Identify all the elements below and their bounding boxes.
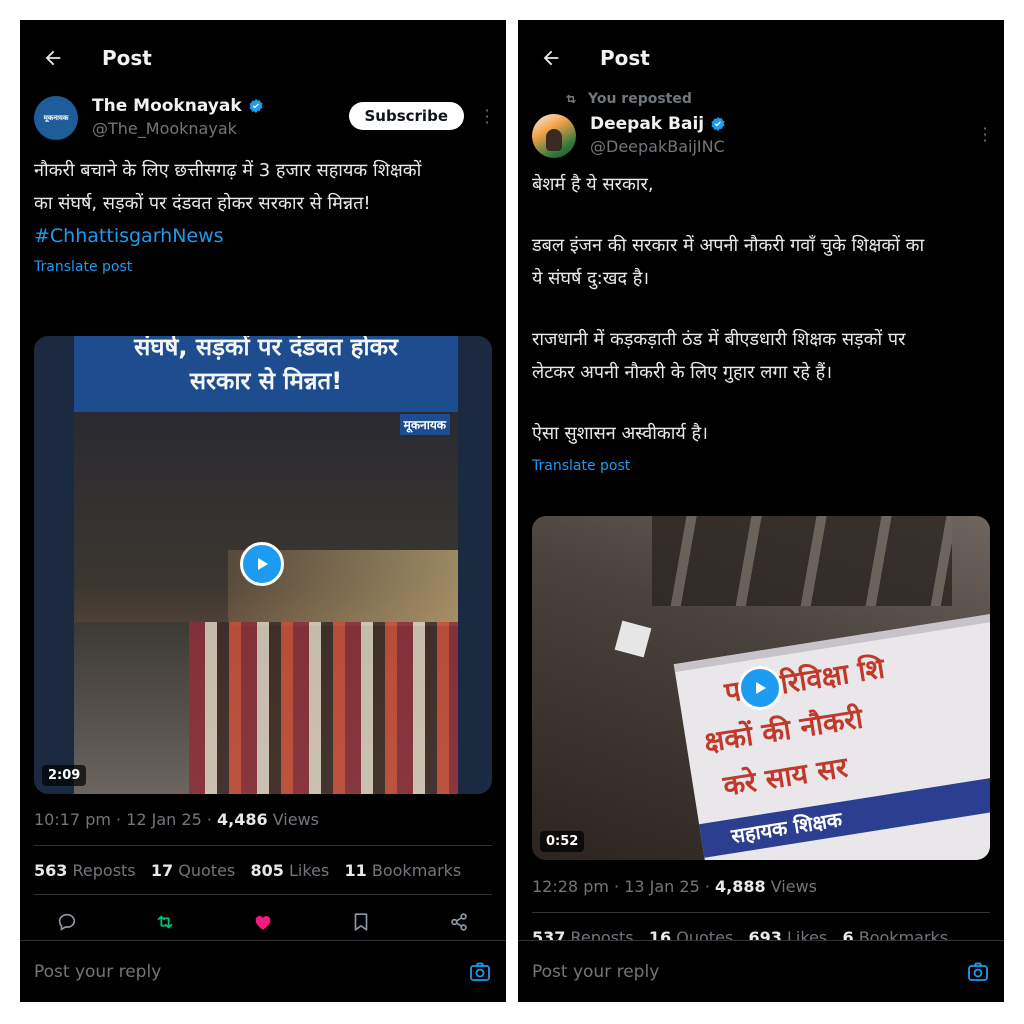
post-text-line: बेशर्म है ये सरकार,	[532, 174, 654, 195]
quotes-label: Quotes	[178, 861, 236, 880]
author-handle[interactable]: @DeepakBaijINC	[590, 137, 726, 156]
author-name[interactable]: Deepak Baij	[590, 114, 726, 134]
post-text: बेशर्म है ये सरकार, डबल इंजन की सरकार मे…	[518, 168, 1004, 450]
views-count: 4,486	[217, 810, 268, 829]
avatar[interactable]: मूकनायक	[34, 96, 78, 140]
views-label: Views	[765, 877, 818, 896]
bookmark-icon[interactable]	[350, 911, 372, 933]
engagement-stats: 563 Reposts 17 Quotes 805 Likes 11 Bookm…	[34, 861, 461, 880]
reposts-stat[interactable]: 563 Reposts	[34, 861, 136, 880]
play-button[interactable]	[240, 542, 284, 586]
play-button[interactable]	[738, 666, 782, 710]
subscribe-button[interactable]: Subscribe	[348, 102, 464, 130]
play-icon	[756, 682, 766, 694]
divider	[34, 845, 492, 846]
divider	[34, 894, 492, 895]
post-text-line: लेटकर अपनी नौकरी के लिए गुहार लगा रहे है…	[532, 362, 833, 383]
timestamp-text: 10:17 pm · 12 Jan 25 ·	[34, 810, 218, 829]
top-bar: Post	[20, 20, 506, 96]
author-handle[interactable]: @The_Mooknayak	[92, 119, 264, 138]
author-name[interactable]: The Mooknayak	[92, 96, 264, 116]
reply-input[interactable]: Post your reply	[532, 962, 966, 982]
post-text-line: का संघर्ष, सड़कों पर दंडवत होकर सरकार से…	[34, 193, 371, 214]
repost-icon[interactable]	[154, 911, 176, 933]
translate-post-link[interactable]: Translate post	[20, 259, 506, 275]
bookmarks-count: 11	[344, 861, 367, 880]
post-text-line: राजधानी में कड़कड़ाती ठंड में बीएडधारी श…	[532, 329, 906, 350]
likes-count: 805	[250, 861, 284, 880]
post-text-line: ये संघर्ष दु:खद है।	[532, 268, 650, 289]
post-text: नौकरी बचाने के लिए छत्तीसगढ़ में 3 हजार …	[20, 154, 506, 253]
views-label: Views	[267, 810, 320, 829]
page-title: Post	[102, 46, 152, 70]
reposted-label: You reposted	[588, 91, 692, 107]
road	[74, 622, 190, 794]
author-row: मूकनायक The Mooknayak @The_Mooknayak Sub…	[20, 96, 506, 152]
translate-post-link[interactable]: Translate post	[518, 458, 1004, 474]
more-options-icon[interactable]: · · ·	[982, 121, 988, 149]
likes-label: Likes	[289, 861, 330, 880]
divider	[532, 912, 990, 913]
author-meta: The Mooknayak @The_Mooknayak	[92, 96, 264, 138]
verified-badge-icon	[249, 99, 263, 113]
likes-stat[interactable]: 805 Likes	[251, 861, 330, 880]
play-icon	[258, 558, 268, 570]
reposted-indicator: You reposted	[518, 88, 1004, 110]
reply-input[interactable]: Post your reply	[34, 962, 468, 982]
quotes-stat[interactable]: 17 Quotes	[151, 861, 235, 880]
video-player[interactable]: पद परिविक्षा शि क्षकों की नौकरी करे साय …	[532, 516, 990, 860]
post-panel-right: Post You reposted Deepak Baij @DeepakBai…	[518, 20, 1004, 1002]
more-options-icon[interactable]: · · ·	[484, 103, 490, 131]
post-panel-left: Post मूकनायक The Mooknayak @The_Mooknaya…	[20, 20, 506, 1002]
repost-small-icon	[566, 94, 576, 104]
avatar-logo-text: मूकनायक	[43, 113, 69, 122]
camera-icon[interactable]	[468, 960, 492, 984]
bookmarks-stat[interactable]: 11 Bookmarks	[345, 861, 462, 880]
avatar[interactable]	[532, 114, 576, 158]
crowd-of-protesters	[189, 622, 458, 794]
post-text-line: नौकरी बचाने के लिए छत्तीसगढ़ में 3 हजार …	[34, 160, 422, 181]
camera-icon[interactable]	[966, 960, 990, 984]
video-headline-line2: सरकार से मिन्नत!	[189, 367, 343, 395]
reply-icon[interactable]	[56, 911, 78, 933]
back-arrow-icon[interactable]	[540, 47, 562, 69]
video-player[interactable]: संघर्ष, सड़कों पर दंडवत होकर सरकार से मि…	[34, 336, 492, 794]
post-timestamp: 10:17 pm · 12 Jan 25 · 4,486 Views	[34, 810, 319, 829]
verified-badge-icon	[711, 117, 725, 131]
timestamp-text: 12:28 pm · 13 Jan 25 ·	[532, 877, 716, 896]
author-name-text: Deepak Baij	[590, 114, 705, 134]
video-duration: 0:52	[540, 831, 585, 852]
back-arrow-icon[interactable]	[42, 47, 64, 69]
post-text-line: डबल इंजन की सरकार में अपनी नौकरी गवाँ चु…	[532, 235, 925, 256]
video-watermark: मूकनायक	[399, 414, 450, 435]
reposts-label: Reposts	[72, 861, 136, 880]
page-title: Post	[600, 46, 650, 70]
top-bar: Post	[518, 20, 1004, 96]
quotes-count: 17	[150, 861, 174, 880]
post-timestamp: 12:28 pm · 13 Jan 25 · 4,888 Views	[532, 877, 817, 896]
video-scene	[74, 412, 458, 794]
post-text-line: ऐसा सुशासन अस्वीकार्य है।	[532, 423, 708, 444]
like-heart-icon[interactable]	[252, 911, 274, 933]
reposts-count: 563	[34, 861, 68, 880]
video-duration: 2:09	[42, 765, 87, 786]
video-headline-banner: संघर्ष, सड़कों पर दंडवत होकर सरकार से मि…	[74, 336, 458, 412]
author-row: Deepak Baij @DeepakBaijINC · · ·	[518, 114, 1004, 170]
author-name-text: The Mooknayak	[92, 96, 242, 116]
action-bar	[34, 904, 492, 940]
author-meta: Deepak Baij @DeepakBaijINC	[590, 114, 726, 156]
people-lying-on-road	[652, 516, 952, 606]
reply-composer: Post your reply	[20, 940, 506, 1002]
bookmarks-label: Bookmarks	[371, 861, 462, 880]
reply-composer: Post your reply	[518, 940, 1004, 1002]
hashtag-link[interactable]: #ChhattisgarhNews	[34, 220, 492, 253]
avatar-portrait	[546, 129, 562, 151]
views-count: 4,888	[715, 877, 766, 896]
video-headline-line1: संघर्ष, सड़कों पर दंडवत होकर	[134, 336, 398, 361]
share-icon[interactable]	[448, 911, 470, 933]
